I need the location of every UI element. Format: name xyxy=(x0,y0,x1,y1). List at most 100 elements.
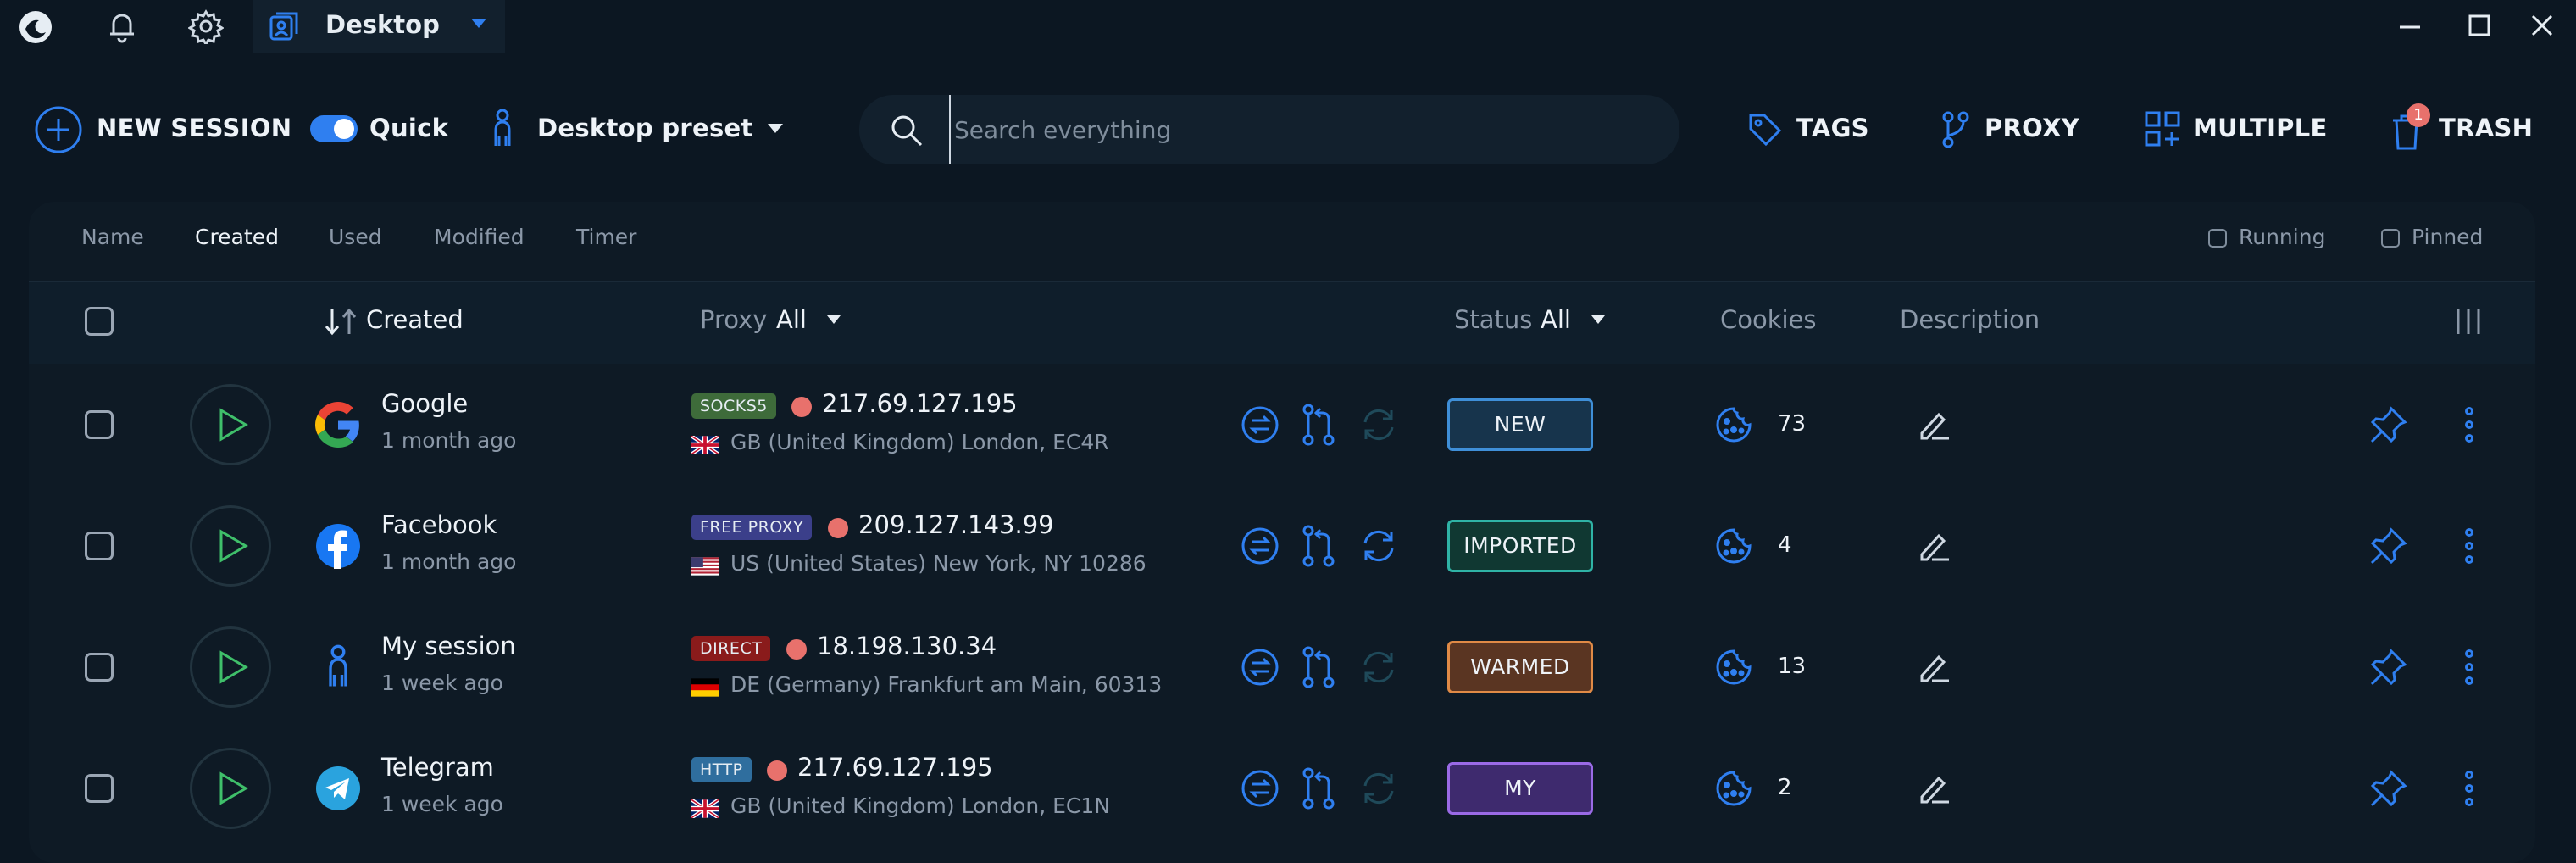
change-proxy-icon[interactable] xyxy=(1241,405,1280,444)
row-checkbox[interactable] xyxy=(85,532,114,560)
refresh-icon[interactable] xyxy=(1359,405,1398,444)
trash-button[interactable]: TRASH xyxy=(2439,114,2533,142)
chevron-down-icon[interactable] xyxy=(471,19,486,29)
app-logo-icon xyxy=(19,10,53,44)
tags-button[interactable]: TAGS xyxy=(1796,114,1869,142)
session-name[interactable]: Facebook xyxy=(381,510,497,539)
pin-icon[interactable] xyxy=(2369,405,2408,444)
session-name[interactable]: Telegram xyxy=(381,753,494,782)
table-row[interactable] xyxy=(29,728,2535,849)
refresh-icon[interactable] xyxy=(1359,648,1398,687)
table-row[interactable] xyxy=(29,486,2535,607)
play-button[interactable] xyxy=(190,626,271,708)
status-badge[interactable]: NEW xyxy=(1447,398,1593,451)
preset-select[interactable]: Desktop preset xyxy=(537,114,753,142)
close-button[interactable] xyxy=(2530,14,2554,37)
refresh-icon[interactable] xyxy=(1359,769,1398,808)
trash-count-badge: 1 xyxy=(2407,103,2430,127)
multiple-icon xyxy=(2144,110,2181,148)
pin-icon[interactable] xyxy=(2369,769,2408,808)
bell-icon[interactable] xyxy=(105,8,139,44)
status-filter-select[interactable]: All xyxy=(1541,305,1571,334)
minimize-button[interactable] xyxy=(2398,15,2422,39)
multiple-button[interactable]: MULTIPLE xyxy=(2193,114,2328,142)
sort-direction-icon[interactable] xyxy=(324,307,358,336)
row-checkbox[interactable] xyxy=(85,410,114,439)
new-session-label[interactable]: NEW SESSION xyxy=(97,114,291,142)
proxy-type-badge: DIRECT xyxy=(691,636,771,661)
sort-tab-used[interactable]: Used xyxy=(329,225,382,249)
status-filter-chevron-icon[interactable] xyxy=(1591,315,1605,325)
proxy-ip: 217.69.127.195 xyxy=(822,389,1018,418)
proxy-type-badge: SOCKS5 xyxy=(691,393,776,419)
more-options-icon[interactable] xyxy=(2464,527,2474,565)
row-checkbox[interactable] xyxy=(85,774,114,803)
column-proxy: Proxy xyxy=(700,305,768,334)
proxy-branch-icon[interactable] xyxy=(1300,403,1337,447)
proxy-filter-select[interactable]: All xyxy=(776,305,807,334)
proxy-filter-chevron-icon[interactable] xyxy=(827,315,841,325)
edit-description-icon[interactable] xyxy=(1917,650,1951,684)
search-box[interactable] xyxy=(859,95,1679,164)
preset-chevron-icon[interactable] xyxy=(768,124,783,134)
telegram-icon xyxy=(315,766,361,811)
select-all-checkbox[interactable] xyxy=(85,307,114,336)
pin-icon[interactable] xyxy=(2369,648,2408,687)
play-icon xyxy=(218,408,248,442)
change-proxy-icon[interactable] xyxy=(1241,648,1280,687)
change-proxy-icon[interactable] xyxy=(1241,526,1280,565)
sort-tab-name[interactable]: Name xyxy=(81,225,144,249)
column-created[interactable]: Created xyxy=(366,305,464,334)
change-proxy-icon[interactable] xyxy=(1241,769,1280,808)
column-cookies: Cookies xyxy=(1720,305,1817,334)
quick-toggle[interactable] xyxy=(310,115,358,142)
proxy-icon xyxy=(1940,110,1971,149)
pin-icon[interactable] xyxy=(2369,526,2408,565)
gear-icon[interactable] xyxy=(188,8,224,44)
running-filter-label[interactable]: Running xyxy=(2239,225,2325,249)
session-created-time: 1 week ago xyxy=(381,671,503,695)
pinned-checkbox[interactable] xyxy=(2381,229,2400,248)
proxy-button[interactable]: PROXY xyxy=(1985,114,2079,142)
more-options-icon[interactable] xyxy=(2464,770,2474,807)
toggle-knob xyxy=(334,119,354,139)
play-button[interactable] xyxy=(190,505,271,587)
sort-tab-timer[interactable]: Timer xyxy=(576,225,636,249)
running-checkbox[interactable] xyxy=(2208,229,2227,248)
session-created-time: 1 month ago xyxy=(381,549,517,574)
play-button[interactable] xyxy=(190,384,271,465)
person-icon xyxy=(315,644,361,690)
column-status: Status xyxy=(1454,305,1533,334)
proxy-branch-icon[interactable] xyxy=(1300,766,1337,810)
search-input[interactable] xyxy=(949,95,1644,164)
profile-tab-icon xyxy=(268,10,300,42)
proxy-status-dot xyxy=(767,760,787,781)
proxy-ip: 209.127.143.99 xyxy=(858,510,1054,539)
proxy-branch-icon[interactable] xyxy=(1300,645,1337,689)
columns-settings-icon[interactable] xyxy=(2454,307,2483,336)
session-name[interactable]: Google xyxy=(381,389,468,418)
more-options-icon[interactable] xyxy=(2464,649,2474,686)
pinned-filter-label[interactable]: Pinned xyxy=(2412,225,2483,249)
more-options-icon[interactable] xyxy=(2464,406,2474,443)
proxy-branch-icon[interactable] xyxy=(1300,524,1337,568)
table-row[interactable] xyxy=(29,365,2535,486)
edit-description-icon[interactable] xyxy=(1917,408,1951,442)
edit-description-icon[interactable] xyxy=(1917,771,1951,805)
play-button[interactable] xyxy=(190,748,271,829)
quick-label[interactable]: Quick xyxy=(369,114,448,142)
refresh-icon[interactable] xyxy=(1359,526,1398,565)
sort-tab-created[interactable]: Created xyxy=(195,225,279,249)
table-row[interactable] xyxy=(29,607,2535,728)
status-badge[interactable]: IMPORTED xyxy=(1447,520,1593,572)
maximize-button[interactable] xyxy=(2468,14,2491,37)
session-name[interactable]: My session xyxy=(381,632,516,660)
proxy-status-dot xyxy=(786,639,807,660)
status-badge[interactable]: WARMED xyxy=(1447,641,1593,693)
row-checkbox[interactable] xyxy=(85,653,114,682)
sort-tab-modified[interactable]: Modified xyxy=(434,225,525,249)
status-badge[interactable]: MY xyxy=(1447,762,1593,815)
new-session-button[interactable] xyxy=(34,105,83,154)
proxy-location: GB (United Kingdom) London, EC4R xyxy=(730,430,1109,454)
edit-description-icon[interactable] xyxy=(1917,529,1951,563)
